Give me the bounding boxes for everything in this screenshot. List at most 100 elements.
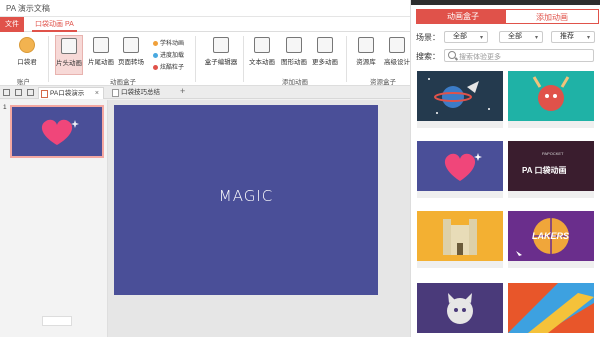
ppt-file-icon <box>41 90 48 98</box>
divider <box>346 36 347 82</box>
close-icon[interactable]: × <box>95 88 99 100</box>
chevron-down-icon: ▾ <box>479 35 483 41</box>
doc-tab-tips-label: 口袋技巧总结 <box>121 89 160 96</box>
outro-animation-button[interactable]: 片尾动画 <box>87 35 115 75</box>
pa-small-text: PAPOCKET <box>542 151 564 156</box>
doc-tab-pa-label: PA口袋演示 <box>50 90 85 97</box>
intro-animation-label: 片头动画 <box>56 60 82 67</box>
box-editor-button[interactable]: 盒子编辑器 <box>203 35 239 75</box>
divider <box>195 36 196 82</box>
new-doc-icon[interactable] <box>3 89 10 96</box>
more-animation-label: 更多动画 <box>312 59 338 66</box>
animation-card-colorful[interactable] <box>508 283 594 333</box>
card-caption <box>508 191 594 198</box>
progress-loading-label: 进度加载 <box>160 53 185 59</box>
file-tab[interactable]: 文件 <box>0 17 24 32</box>
text-animation-label: 文本动画 <box>249 59 275 66</box>
particle-icon <box>153 64 158 70</box>
doc-tab-pa[interactable]: PA口袋演示 × <box>38 87 104 99</box>
grid-icon <box>317 37 333 53</box>
shape-animation-label: 图形动画 <box>281 59 307 66</box>
document-tabs: PA口袋演示 × 口袋技巧总结 + <box>0 86 410 99</box>
ppt-file-icon <box>112 89 119 97</box>
text-animation-button[interactable]: 文本动画 <box>248 35 276 75</box>
category-dropdown[interactable]: 全部 ▾ <box>499 31 543 43</box>
resource-library-button[interactable]: 资源库 <box>352 35 380 75</box>
outro-animation-label: 片尾动画 <box>88 59 114 66</box>
sort-value: 推荐 <box>560 33 574 40</box>
search-input[interactable]: 搜索体验更多 <box>444 49 594 62</box>
card-caption <box>508 121 594 128</box>
animation-card-lakers[interactable]: LAKERS <box>508 211 594 261</box>
box-editor-label: 盒子编辑器 <box>204 59 238 66</box>
design-icon <box>389 37 405 53</box>
more-animation-button[interactable]: 更多动画 <box>311 35 339 75</box>
panel-header <box>411 0 600 5</box>
text-icon <box>254 37 270 53</box>
shape-animation-button[interactable]: 图形动画 <box>280 35 308 75</box>
animation-card-pa[interactable]: PAPOCKET PA 口袋动画 <box>508 141 594 191</box>
card-caption <box>417 121 503 128</box>
tab-animation-box[interactable]: 动画盒子 <box>416 9 510 24</box>
slide-thumbnail[interactable] <box>10 105 104 158</box>
add-tab-button[interactable]: + <box>180 86 185 96</box>
slide-canvas: MAGIC <box>108 100 410 337</box>
progress-loading-item[interactable]: 进度加载 <box>153 50 184 59</box>
group-box-label: 动画盒子 <box>110 79 136 86</box>
scene-value: 全部 <box>453 33 467 40</box>
search-label: 搜索： <box>416 52 440 61</box>
page-transition-button[interactable]: 页面转场 <box>117 35 145 75</box>
ribbon-tabs: 文件 口袋动画 PA <box>0 17 410 32</box>
intro-animation-button[interactable]: 片头动画 <box>55 35 83 75</box>
subject-animation-item[interactable]: 学科动画 <box>153 38 184 47</box>
tab-pocket-animation[interactable]: 口袋动画 PA <box>32 17 77 32</box>
advanced-design-button[interactable]: 高级设计 <box>383 35 410 75</box>
particle-effect-item[interactable]: 炫酷粒子 <box>153 62 184 71</box>
category-value: 全部 <box>508 33 522 40</box>
sort-dropdown[interactable]: 推荐 ▾ <box>551 31 595 43</box>
slide-number: 1 <box>3 104 7 111</box>
cube-icon <box>213 37 229 53</box>
save-icon[interactable] <box>27 89 34 96</box>
search-placeholder: 搜索体验更多 <box>459 54 501 61</box>
animation-card-heart[interactable] <box>417 141 503 191</box>
open-folder-icon[interactable] <box>15 89 22 96</box>
doc-tab-tips[interactable]: 口袋技巧总结 <box>110 87 176 99</box>
animation-card-rocket[interactable] <box>417 71 503 121</box>
advanced-design-label: 高级设计 <box>384 59 410 66</box>
clapper-icon <box>93 37 109 53</box>
monitor-icon <box>123 37 139 53</box>
card-caption <box>417 261 503 268</box>
subject-animation-label: 学科动画 <box>160 41 185 47</box>
account-button-label: 口袋君 <box>17 59 37 66</box>
slide-thumbnails: 1 <box>0 100 108 337</box>
scene-label: 场景： <box>416 33 440 42</box>
account-button[interactable]: 口袋君 <box>10 35 44 75</box>
heart-icon <box>41 119 79 145</box>
loading-icon <box>153 52 158 58</box>
animation-card-deer[interactable] <box>508 71 594 121</box>
group-resource-label: 资源盒子 <box>370 79 396 86</box>
divider <box>48 36 49 82</box>
film-icon <box>61 38 77 54</box>
animation-card-castle[interactable] <box>417 211 503 261</box>
search-icon <box>448 51 456 59</box>
app-title: PA 演示文稿 <box>6 4 50 13</box>
library-icon <box>358 37 374 53</box>
tab-add-animation[interactable]: 添加动画 <box>505 9 599 24</box>
animation-box-panel: 动画盒子 添加动画 场景： 全部 ▾ 全部 ▾ 推荐 ▾ 搜索： 搜索体验更多 PAP <box>410 0 600 337</box>
rocket-planet-icon <box>428 78 490 114</box>
pa-card-text: PA 口袋动画 <box>522 166 567 175</box>
group-add-label: 添加动画 <box>282 79 308 86</box>
scene-dropdown[interactable]: 全部 ▾ <box>444 31 488 43</box>
card-caption <box>417 191 503 198</box>
title-bar: PA 演示文稿 <box>0 0 410 17</box>
ribbon: 口袋君 账户 片头动画 片尾动画 页面转场 学科动画 进度加载 炫酷粒子 动画盒… <box>0 32 410 86</box>
slide[interactable]: MAGIC <box>114 105 378 295</box>
presentation-app: PA 演示文稿 文件 口袋动画 PA 口袋君 账户 片头动画 片尾动画 页面转场… <box>0 0 410 337</box>
avatar-icon <box>19 37 35 53</box>
page-transition-label: 页面转场 <box>118 59 144 66</box>
chevron-down-icon: ▾ <box>586 35 590 41</box>
animation-card-cat[interactable] <box>417 283 503 333</box>
notes-toggle-button[interactable] <box>42 316 72 326</box>
